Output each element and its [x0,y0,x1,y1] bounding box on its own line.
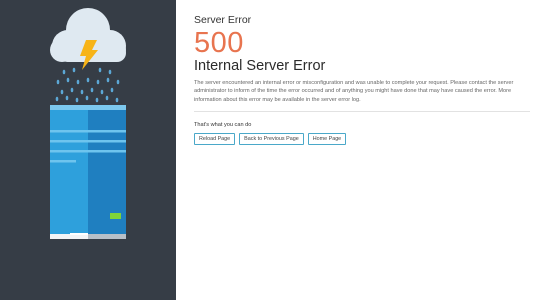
actions-heading: That's what you can do [194,121,252,128]
error-code: 500 [194,27,244,59]
status-led-icon [110,213,121,219]
server-error-illustration [50,8,126,239]
rain-icon [55,67,120,103]
error-label: Server Error [194,14,252,26]
error-content-panel: Server Error 500 Internal Server Error T… [176,0,550,300]
error-content: Server Error 500 Internal Server Error T… [194,14,530,145]
action-buttons: Reload Page Back to Previous Page Home P… [194,132,530,145]
error-description: The server encountered an internal error… [194,80,514,103]
divider [194,110,530,112]
illustration-panel [0,0,176,300]
back-to-previous-page-button[interactable]: Back to Previous Page [239,132,304,145]
reload-page-button[interactable]: Reload Page [194,132,236,145]
home-page-button[interactable]: Home Page [307,132,347,145]
error-title: Internal Server Error [194,58,326,74]
